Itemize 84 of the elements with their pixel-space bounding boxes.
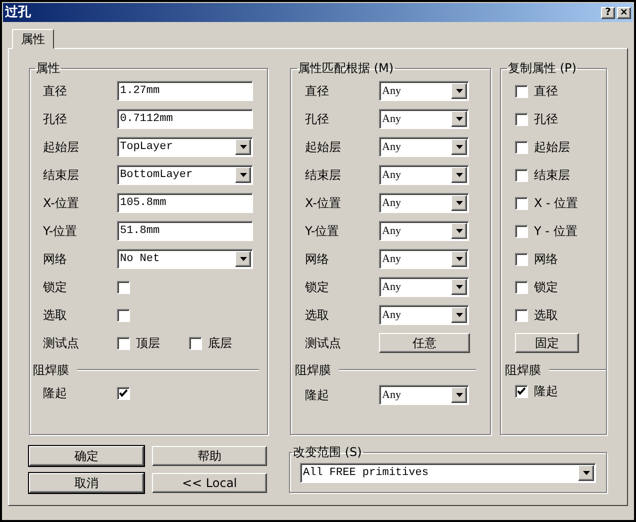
field-label: 网络 bbox=[43, 251, 68, 268]
checkbox-label: 顶层 bbox=[136, 335, 160, 352]
checkbox[interactable] bbox=[515, 308, 528, 322]
section-title: 阻焊膜 bbox=[33, 362, 70, 379]
dropdown[interactable]: Any bbox=[379, 137, 469, 157]
field-label: 结束层 bbox=[305, 167, 342, 184]
dropdown[interactable]: Any bbox=[379, 81, 469, 101]
help-button[interactable]: ? bbox=[601, 6, 615, 18]
field-label: Y-位置 bbox=[43, 223, 78, 240]
button[interactable]: 确定 bbox=[29, 446, 144, 466]
checkbox[interactable] bbox=[117, 336, 130, 350]
checkbox-label: 直径 bbox=[534, 83, 558, 100]
checkbox[interactable] bbox=[117, 280, 130, 294]
field-label: 结束层 bbox=[43, 167, 80, 184]
dropdown[interactable]: TopLayer bbox=[117, 137, 253, 157]
checkbox-label: Y - 位置 bbox=[534, 223, 578, 240]
dropdown[interactable]: All FREE primitives bbox=[300, 463, 596, 483]
field-label: 孔径 bbox=[43, 111, 68, 128]
checkbox[interactable] bbox=[189, 336, 202, 350]
close-button[interactable]: × bbox=[617, 6, 631, 18]
button[interactable]: 固定 bbox=[515, 333, 579, 353]
section-title: 阻焊膜 bbox=[505, 362, 542, 379]
dropdown[interactable]: Any bbox=[379, 193, 469, 213]
checkbox-label: 选取 bbox=[534, 307, 558, 324]
dropdown[interactable]: Any bbox=[379, 277, 469, 297]
dropdown[interactable]: Any bbox=[379, 249, 469, 269]
group-title: 属性 bbox=[35, 60, 61, 77]
dropdown[interactable]: BottomLayer bbox=[117, 165, 253, 185]
field-label: 选取 bbox=[305, 307, 330, 324]
field-label: X-位置 bbox=[43, 195, 80, 212]
field-label: 孔径 bbox=[305, 111, 330, 128]
button[interactable]: 取消 bbox=[29, 473, 144, 493]
text-field[interactable]: 0.7112mm bbox=[117, 109, 253, 129]
button[interactable]: 帮助 bbox=[152, 446, 267, 466]
checkbox[interactable] bbox=[515, 384, 528, 398]
checkbox[interactable] bbox=[515, 112, 528, 126]
text-field[interactable]: 1.27mm bbox=[117, 81, 253, 101]
checkbox[interactable] bbox=[515, 224, 528, 238]
checkbox[interactable] bbox=[515, 196, 528, 210]
field-label: 直径 bbox=[305, 83, 330, 100]
group-title: 复制属性 (P) bbox=[507, 60, 578, 77]
group-title: 属性匹配根据 (M) bbox=[297, 60, 395, 77]
checkbox[interactable] bbox=[515, 252, 528, 266]
field-label: 测试点 bbox=[43, 335, 80, 352]
checkbox[interactable] bbox=[515, 140, 528, 154]
field-label: 直径 bbox=[43, 83, 68, 100]
checkbox-label: 隆起 bbox=[534, 383, 558, 400]
checkbox-label: 锁定 bbox=[534, 279, 558, 296]
dropdown[interactable]: Any bbox=[379, 165, 469, 185]
checkbox-label: 网络 bbox=[534, 251, 558, 268]
button[interactable]: 任意 bbox=[379, 333, 470, 353]
text-field[interactable]: 51.8mm bbox=[117, 221, 253, 241]
field-label: 隆起 bbox=[43, 385, 68, 402]
dropdown[interactable]: No Net bbox=[117, 249, 253, 269]
window-title: 过孔 bbox=[5, 6, 31, 19]
checkbox-label: 起始层 bbox=[534, 139, 570, 156]
checkbox[interactable] bbox=[117, 308, 130, 322]
tab[interactable]: 属性 bbox=[12, 29, 54, 49]
text-field[interactable]: 105.8mm bbox=[117, 193, 253, 213]
dropdown[interactable]: Any bbox=[379, 109, 469, 129]
checkbox[interactable] bbox=[515, 280, 528, 294]
field-label: 锁定 bbox=[305, 279, 330, 296]
field-label: 选取 bbox=[43, 307, 68, 324]
field-label: X-位置 bbox=[305, 195, 342, 212]
dropdown[interactable]: Any bbox=[379, 305, 469, 325]
section-title: 阻焊膜 bbox=[295, 362, 332, 379]
field-label: 起始层 bbox=[305, 139, 342, 156]
button[interactable]: << Local bbox=[152, 473, 267, 493]
group-title: 改变范围 (S) bbox=[292, 444, 363, 461]
dropdown[interactable]: Any bbox=[379, 221, 469, 241]
field-label: 网络 bbox=[305, 251, 330, 268]
field-label: Y-位置 bbox=[305, 223, 340, 240]
field-label: 测试点 bbox=[305, 335, 342, 352]
checkbox-label: 孔径 bbox=[534, 111, 558, 128]
checkbox-label: 底层 bbox=[208, 335, 232, 352]
field-label: 隆起 bbox=[305, 387, 330, 404]
field-label: 起始层 bbox=[43, 139, 80, 156]
field-label: 锁定 bbox=[43, 279, 68, 296]
checkbox-label: X - 位置 bbox=[534, 195, 578, 212]
dropdown[interactable]: Any bbox=[379, 385, 469, 405]
checkbox-label: 结束层 bbox=[534, 167, 570, 184]
checkbox[interactable] bbox=[515, 84, 528, 98]
checkbox[interactable] bbox=[117, 386, 130, 400]
checkbox[interactable] bbox=[515, 168, 528, 182]
